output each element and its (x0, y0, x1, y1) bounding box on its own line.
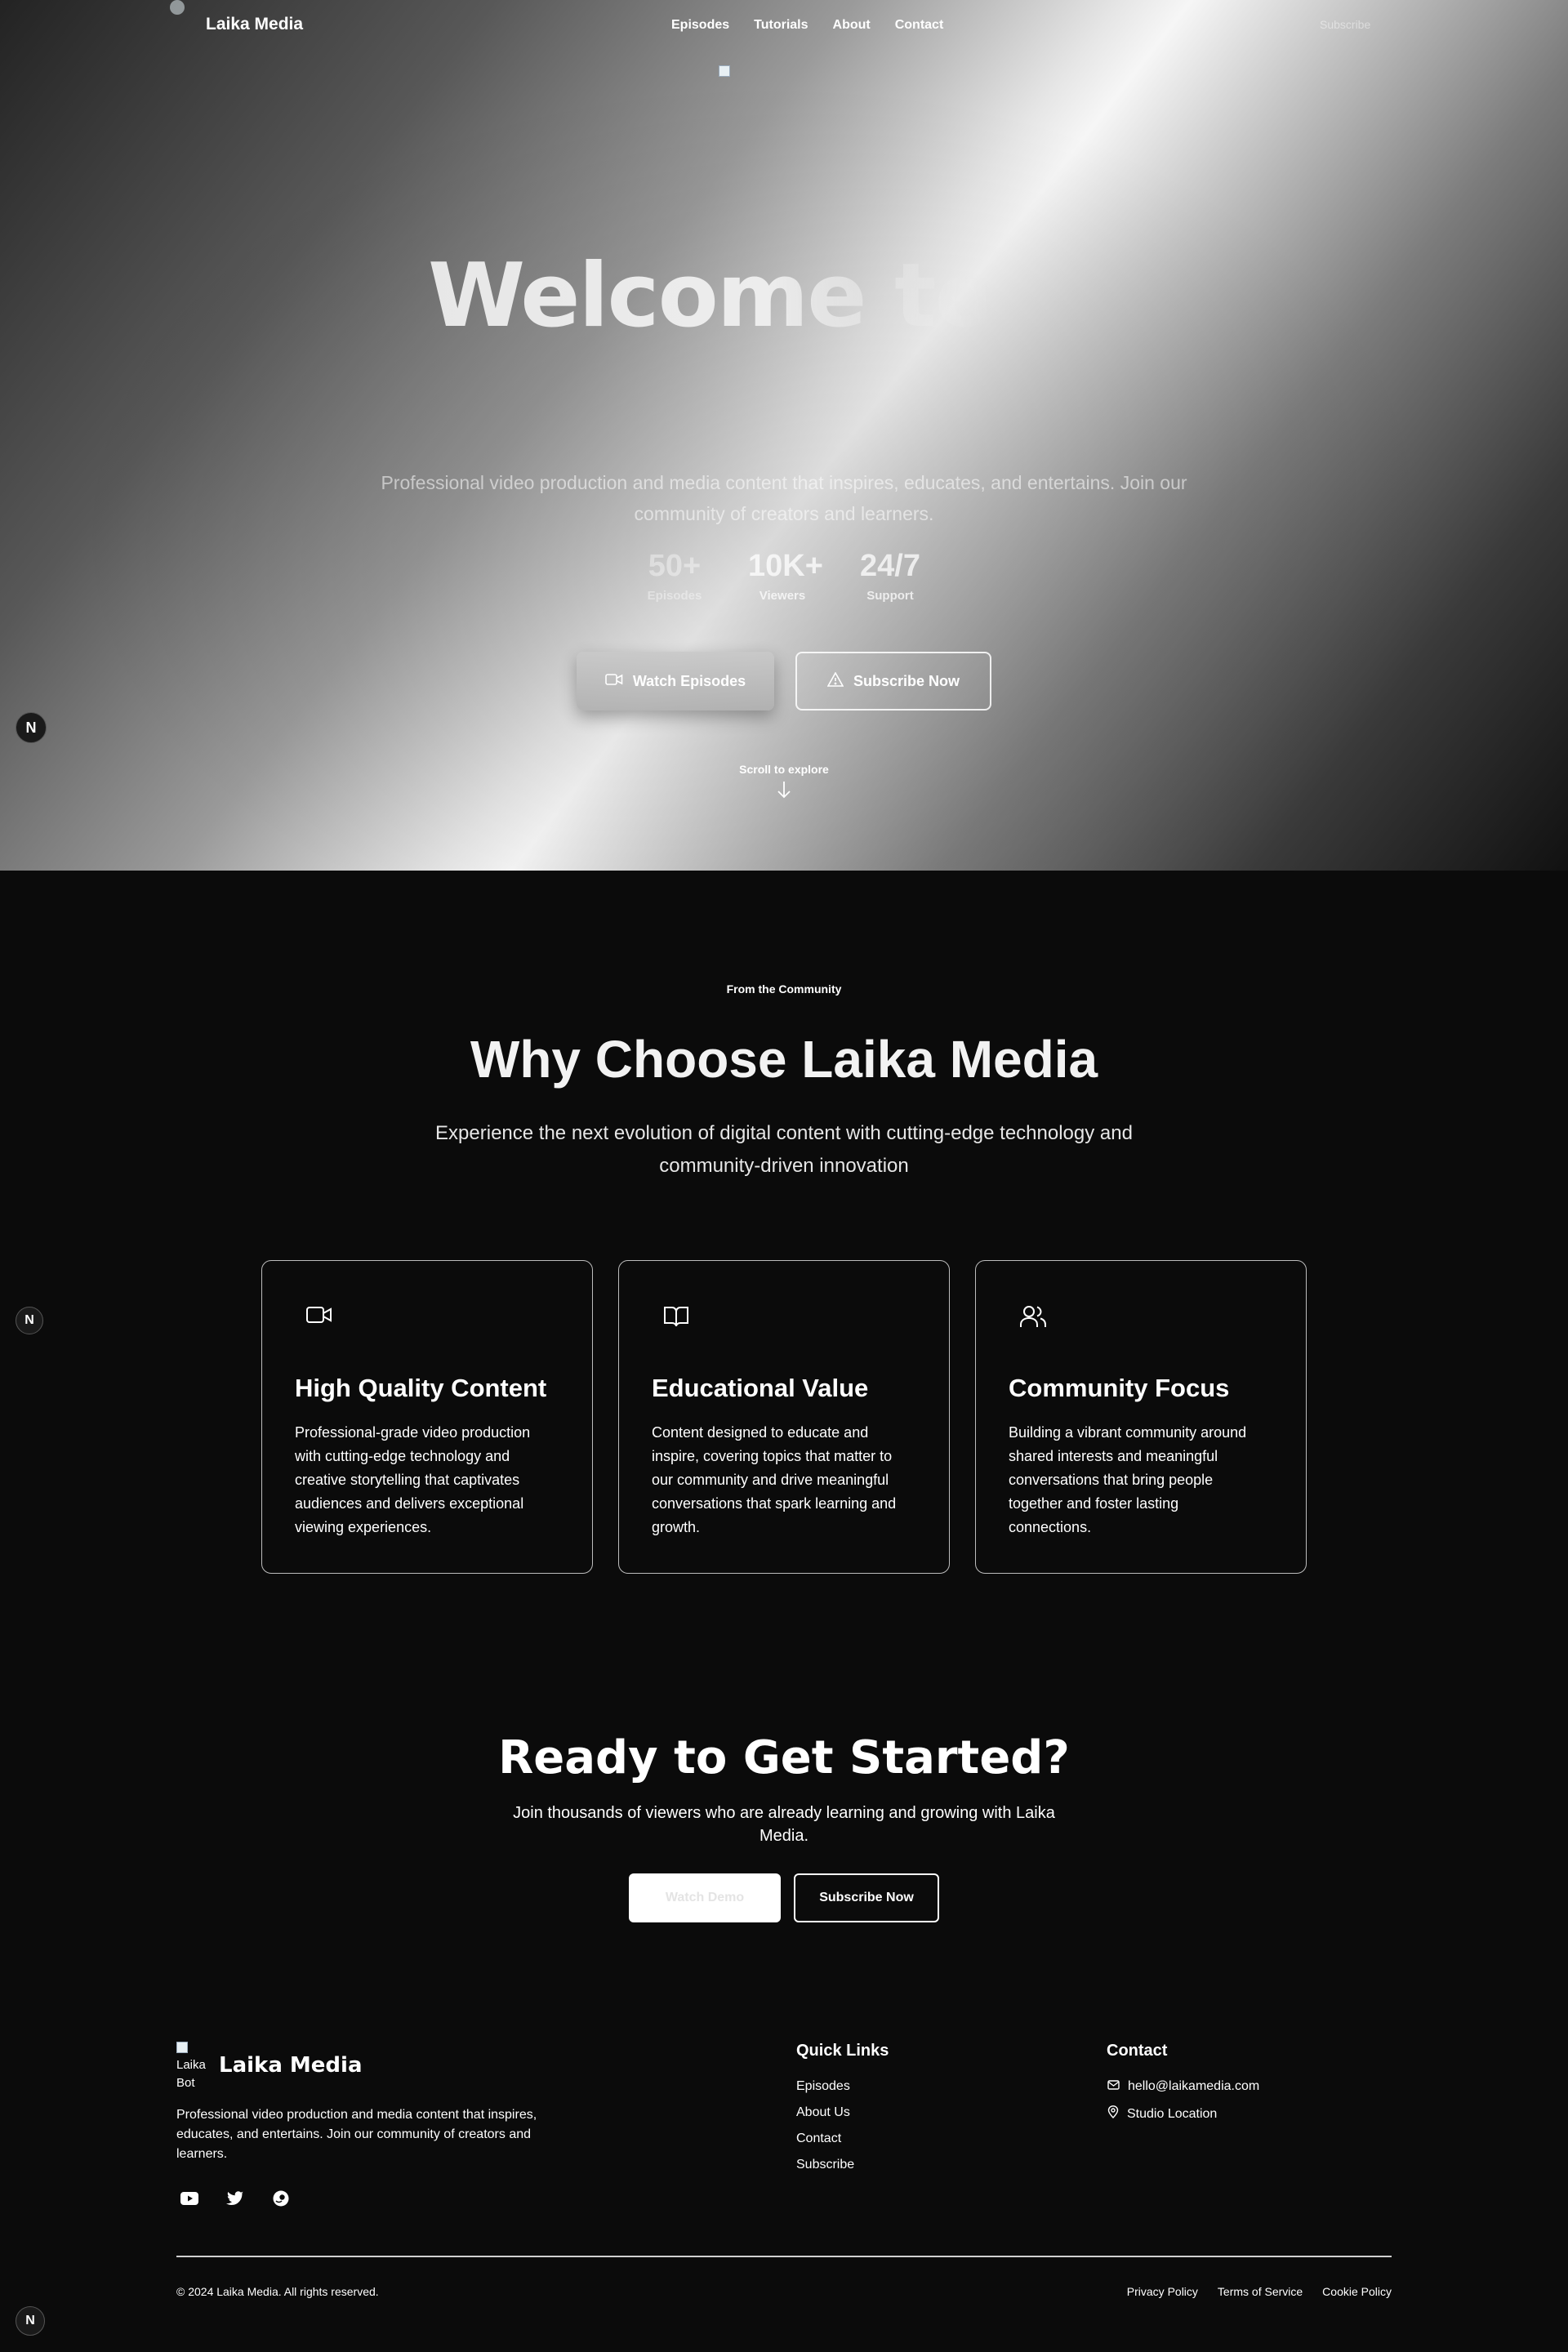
scroll-hint[interactable]: Scroll to explore (702, 763, 866, 799)
feature-card-education: Educational Value Content designed to ed… (618, 1260, 950, 1574)
stat-label: Support (866, 589, 914, 603)
broken-image-icon (176, 2042, 188, 2054)
nav-subscribe-button[interactable]: Subscribe (1320, 18, 1370, 31)
top-nav: Laika Media Episodes Tutorials About Con… (0, 0, 1568, 52)
discord-icon[interactable] (271, 2189, 291, 2208)
stat-label: Episodes (647, 589, 702, 603)
nav-link-contact[interactable]: Contact (895, 18, 944, 33)
footer-divider (176, 2256, 1392, 2257)
stat-viewers: 10K+ Viewers (748, 549, 823, 603)
copyright: © 2024 Laika Media. All rights reserved. (176, 2285, 379, 2298)
n-badge-button[interactable]: N (16, 1307, 43, 1334)
hero-section: Laika Media Episodes Tutorials About Con… (0, 0, 1568, 871)
youtube-icon[interactable] (180, 2189, 199, 2208)
cta-subtitle: Join thousands of viewers who are alread… (513, 1804, 1055, 1845)
map-pin-icon (1107, 2105, 1119, 2123)
contact-email-text: hello@laikamedia.com (1128, 2079, 1260, 2093)
feature-card-title: Educational Value (652, 1374, 869, 1402)
watch-demo-button[interactable]: Watch Demo (629, 1873, 781, 1922)
contact-location: Studio Location (1107, 2105, 1217, 2123)
footer-logo-alt: Laika Bot (176, 2058, 206, 2090)
n-badge-button[interactable]: N (16, 2306, 45, 2336)
privacy-policy-link[interactable]: Privacy Policy (1127, 2285, 1198, 2298)
subscribe-now-button[interactable]: Subscribe Now (795, 652, 991, 710)
footer-logo[interactable]: Laika Bot (176, 2038, 212, 2092)
quick-links-title: Quick Links (796, 2042, 889, 2060)
watch-episodes-button[interactable]: Watch Episodes (577, 652, 774, 710)
cta-subscribe-label: Subscribe Now (819, 1891, 914, 1904)
footer-link-contact[interactable]: Contact (796, 2132, 841, 2146)
stat-value: 50+ (648, 549, 702, 583)
contact-title: Contact (1107, 2042, 1168, 2060)
legal-links: Privacy Policy Terms of Service Cookie P… (1127, 2285, 1392, 2298)
feature-card-quality: High Quality Content Professional-grade … (261, 1260, 593, 1574)
footer-link-episodes[interactable]: Episodes (796, 2079, 850, 2094)
stat-support: 24/7 Support (856, 549, 924, 603)
book-icon (663, 1305, 689, 1332)
cta-subscribe-button[interactable]: Subscribe Now (794, 1873, 939, 1922)
stat-value: 24/7 (860, 549, 920, 583)
stat-value: 10K+ (748, 549, 823, 583)
nav-link-episodes[interactable]: Episodes (671, 18, 729, 33)
stat-label: Viewers (759, 589, 806, 603)
feature-card-text: Professional-grade video production with… (295, 1424, 531, 1535)
brand-logo-image[interactable] (170, 0, 185, 15)
terms-of-service-link[interactable]: Terms of Service (1218, 2285, 1303, 2298)
nav-link-tutorials[interactable]: Tutorials (754, 18, 808, 33)
feature-card-title: Community Focus (1009, 1374, 1230, 1402)
footer-link-subscribe[interactable]: Subscribe (796, 2158, 854, 2172)
brand-name[interactable]: Laika Media (206, 15, 303, 34)
contact-location-text: Studio Location (1127, 2106, 1218, 2121)
feature-card-text: Content designed to educate and inspire,… (652, 1424, 897, 1535)
hero-stats: 50+ Episodes 10K+ Viewers 24/7 Support (640, 549, 924, 603)
contact-email[interactable]: hello@laikamedia.com (1107, 2079, 1259, 2094)
social-links (180, 2189, 291, 2208)
arrow-down-icon (777, 782, 791, 799)
subscribe-now-label: Subscribe Now (853, 672, 960, 689)
video-icon (306, 1305, 332, 1329)
stat-episodes: 50+ Episodes (640, 549, 709, 603)
watch-demo-label: Watch Demo (665, 1891, 745, 1904)
cookie-policy-link[interactable]: Cookie Policy (1322, 2285, 1392, 2298)
hero-shade (0, 0, 1568, 871)
feature-card-community: Community Focus Building a vibrant commu… (975, 1260, 1307, 1574)
nav-links: Episodes Tutorials About Contact (671, 18, 968, 33)
cta-title: Ready to Get Started? (498, 1731, 1070, 1784)
warning-icon (826, 670, 844, 691)
hero-subtitle: Professional video production and media … (381, 472, 1187, 524)
feature-card-text: Building a vibrant community around shar… (1009, 1424, 1247, 1535)
video-icon (605, 673, 623, 690)
hero-title: Welcome to (428, 245, 996, 347)
feature-card-title: High Quality Content (295, 1374, 547, 1402)
footer-brand: Laika Media (219, 2053, 363, 2078)
broken-image-icon (719, 65, 730, 77)
users-icon (1020, 1305, 1046, 1332)
twitter-icon[interactable] (225, 2189, 245, 2208)
watch-episodes-label: Watch Episodes (632, 672, 746, 689)
features-title: Why Choose Laika Media (470, 1030, 1098, 1089)
footer-description: Professional video production and media … (176, 2108, 537, 2161)
features-subtitle: Experience the next evolution of digital… (435, 1122, 1133, 1177)
n-badge-button[interactable]: N (16, 712, 47, 743)
nav-link-about[interactable]: About (833, 18, 871, 33)
features-eyebrow: From the Community (726, 982, 842, 996)
mail-icon (1107, 2079, 1120, 2094)
scroll-hint-label: Scroll to explore (739, 763, 829, 776)
footer-link-about[interactable]: About Us (796, 2105, 850, 2120)
